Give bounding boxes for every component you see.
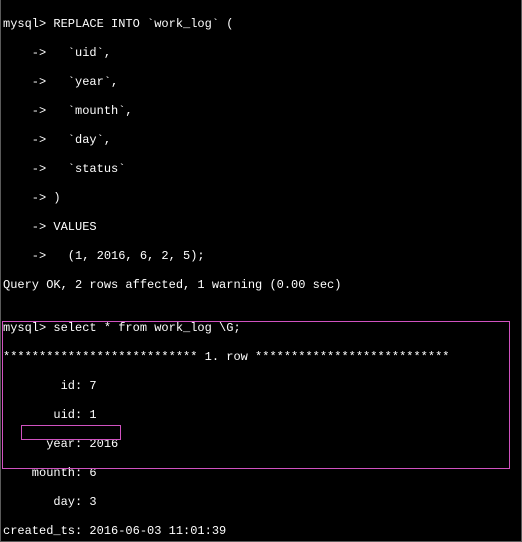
terminal-line: -> `day`,: [3, 133, 519, 148]
terminal-line: -> `mounth`,: [3, 104, 519, 119]
terminal-line: mysql> REPLACE INTO `work_log` (: [3, 17, 519, 32]
row-field: id: 7: [3, 379, 519, 394]
row-field: created_ts: 2016-06-03 11:01:39: [3, 524, 519, 539]
terminal-line: -> `uid`,: [3, 46, 519, 61]
query-result-line: Query OK, 2 rows affected, 1 warning (0.…: [3, 278, 519, 293]
terminal-line: -> `status`: [3, 162, 519, 177]
terminal-line: -> `year`,: [3, 75, 519, 90]
terminal-screen[interactable]: mysql> REPLACE INTO `work_log` ( -> `uid…: [0, 0, 522, 542]
row-field: uid: 1: [3, 408, 519, 423]
row-field: mounth: 6: [3, 466, 519, 481]
terminal-line: -> VALUES: [3, 220, 519, 235]
terminal-line: -> (1, 2016, 6, 2, 5);: [3, 249, 519, 264]
terminal-line: -> ): [3, 191, 519, 206]
terminal-line: mysql> select * from work_log \G;: [3, 321, 519, 336]
row-divider: *************************** 1. row *****…: [3, 350, 519, 365]
row-field: year: 2016: [3, 437, 519, 452]
row-field: day: 3: [3, 495, 519, 510]
